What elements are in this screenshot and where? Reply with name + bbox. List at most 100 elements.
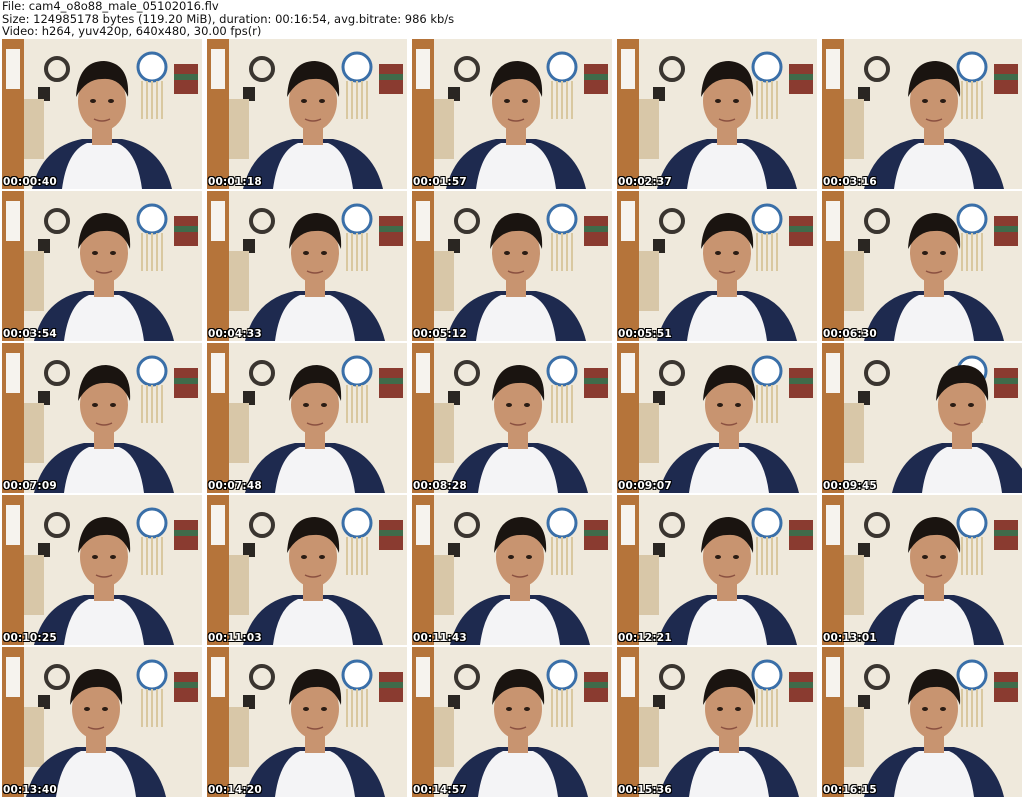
right-eye [735, 707, 741, 711]
thumbnail[interactable]: 00:11:43 [412, 495, 612, 645]
thumbnail[interactable]: 00:00:40 [2, 39, 202, 189]
door-sign [416, 505, 430, 545]
left-eye [504, 99, 510, 103]
door-sign [621, 505, 635, 545]
wall-frame [858, 695, 870, 709]
right-eye [110, 555, 116, 559]
thumbnail-image [617, 191, 817, 341]
thumbnail[interactable]: 00:03:16 [822, 39, 1022, 189]
door-sign [211, 505, 225, 545]
door-sign [6, 353, 20, 393]
thumbnail[interactable]: 00:01:18 [207, 39, 407, 189]
door-sign [211, 49, 225, 89]
thumbnail[interactable]: 00:03:54 [2, 191, 202, 341]
wall-frame [858, 239, 870, 253]
hanging-bag [434, 99, 454, 159]
hanging-bag [24, 403, 44, 463]
thumbnail-image [822, 191, 1022, 341]
thumbnail[interactable]: 00:11:03 [207, 495, 407, 645]
right-eye [524, 707, 530, 711]
wall-frame [653, 391, 665, 405]
thumbnail-timestamp: 00:05:51 [618, 328, 672, 340]
hanging-bag [639, 707, 659, 767]
hanging-bag [229, 707, 249, 767]
hanging-bag [639, 251, 659, 311]
thumbnail[interactable]: 00:14:20 [207, 647, 407, 797]
right-eye [733, 251, 739, 255]
dreamcatcher-icon [546, 203, 578, 235]
door-sign [621, 353, 635, 393]
file-name-line: File: cam4_o8o88_male_05102016.flv [2, 0, 219, 13]
thumbnail-timestamp: 00:03:16 [823, 176, 877, 188]
thumbnail-timestamp: 00:00:40 [3, 176, 57, 188]
right-eye [321, 707, 327, 711]
dreamcatcher-icon [341, 507, 373, 539]
door-sign [416, 49, 430, 89]
left-eye [303, 403, 309, 407]
left-eye [922, 707, 928, 711]
thumbnail-image [822, 495, 1022, 645]
dreamcatcher-icon [341, 659, 373, 691]
hanging-bag [434, 403, 454, 463]
thumbnail[interactable]: 00:04:33 [207, 191, 407, 341]
hanging-bag [844, 555, 864, 615]
thumbnail-timestamp: 00:09:07 [618, 480, 672, 492]
thumbnail[interactable]: 00:06:30 [822, 191, 1022, 341]
hanging-bag [24, 707, 44, 767]
thumbnail-image [2, 191, 202, 341]
thumbnail-image [207, 191, 407, 341]
door-sign [826, 201, 840, 241]
thumbnail[interactable]: 00:07:09 [2, 343, 202, 493]
thumbnail[interactable]: 00:13:40 [2, 647, 202, 797]
right-eye [733, 555, 739, 559]
dreamcatcher-icon [546, 659, 578, 691]
left-eye [717, 403, 723, 407]
thumbnail[interactable]: 00:12:21 [617, 495, 817, 645]
right-eye [735, 403, 741, 407]
left-eye [506, 403, 512, 407]
wall-frame [858, 543, 870, 557]
right-eye [940, 251, 946, 255]
dreamcatcher-icon [341, 203, 373, 235]
door-sign [826, 49, 840, 89]
left-eye [508, 555, 514, 559]
door-sign [6, 657, 20, 697]
thumbnail-timestamp: 00:12:21 [618, 632, 672, 644]
thumbnail[interactable]: 00:05:12 [412, 191, 612, 341]
thumbnail[interactable]: 00:01:57 [412, 39, 612, 189]
thumbnail[interactable]: 00:07:48 [207, 343, 407, 493]
left-eye [922, 99, 928, 103]
left-eye [92, 403, 98, 407]
wall-frame [243, 695, 255, 709]
door-sign [416, 201, 430, 241]
thumbnail[interactable]: 00:15:36 [617, 647, 817, 797]
thumbnail[interactable]: 00:05:51 [617, 191, 817, 341]
thumbnail-image [617, 343, 817, 493]
thumbnail[interactable]: 00:16:15 [822, 647, 1022, 797]
wall-frame [653, 87, 665, 101]
hanging-bag [434, 251, 454, 311]
thumbnail[interactable]: 00:09:07 [617, 343, 817, 493]
thumbnail[interactable]: 00:09:45 [822, 343, 1022, 493]
hanging-bag [229, 99, 249, 159]
thumbnail[interactable]: 00:13:01 [822, 495, 1022, 645]
dreamcatcher-icon [751, 355, 783, 387]
wall-frame [38, 543, 50, 557]
thumbnail-timestamp: 00:10:25 [3, 632, 57, 644]
wall-frame [38, 239, 50, 253]
right-eye [522, 251, 528, 255]
hanging-bag [229, 403, 249, 463]
right-eye [321, 251, 327, 255]
hanging-bag [844, 707, 864, 767]
door-sign [826, 657, 840, 697]
thumbnail-timestamp: 00:13:40 [3, 784, 57, 796]
thumbnail[interactable]: 00:14:57 [412, 647, 612, 797]
thumbnail[interactable]: 00:10:25 [2, 495, 202, 645]
wall-frame [38, 695, 50, 709]
thumbnail[interactable]: 00:08:28 [412, 343, 612, 493]
dreamcatcher-icon [546, 507, 578, 539]
wall-frame [653, 695, 665, 709]
thumbnail-timestamp: 00:13:01 [823, 632, 877, 644]
thumbnail[interactable]: 00:02:37 [617, 39, 817, 189]
door-sign [6, 201, 20, 241]
